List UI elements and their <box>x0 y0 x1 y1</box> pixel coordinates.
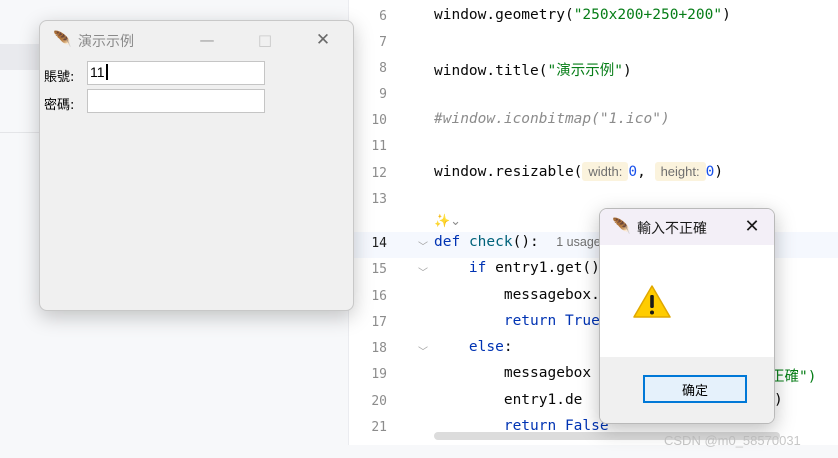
close-button[interactable]: ✕ <box>736 212 768 242</box>
minimize-button[interactable]: — <box>184 21 230 59</box>
account-input[interactable]: 11 <box>87 61 265 85</box>
line-number: 6 <box>379 9 387 24</box>
window-titlebar[interactable]: 🪶 演示示例 — □ ✕ <box>40 21 353 59</box>
usage-hint[interactable]: 1 usage <box>556 235 600 249</box>
warning-icon <box>633 285 671 318</box>
code-line[interactable]: return True <box>434 313 600 329</box>
line-number: 17 <box>371 315 387 330</box>
keyword: return True <box>503 313 600 329</box>
close-button[interactable]: ✕ <box>300 21 346 59</box>
ai-assistant-icon[interactable]: ✨⌄ <box>434 214 461 229</box>
line-number: 20 <box>371 394 387 409</box>
code-line[interactable]: window.resizable(width: 0, height: 0) <box>434 162 724 181</box>
code-line[interactable]: messagebox <box>434 365 591 381</box>
code-line[interactable]: def check(): 1 usage <box>434 234 601 250</box>
error-message-box[interactable]: 🪶 輸入不正確 ✕ 确定 <box>599 208 775 424</box>
text-caret <box>105 64 108 80</box>
code-line[interactable]: if entry1.get() <box>434 260 600 276</box>
line-number: 10 <box>371 113 387 128</box>
line-number: 9 <box>379 87 387 102</box>
line-number: 7 <box>379 35 387 50</box>
line-number: 15 <box>371 262 387 277</box>
code-line[interactable]: window.title("演示示例") <box>434 59 632 80</box>
line-number: 13 <box>371 192 387 207</box>
line-number: 21 <box>371 420 387 435</box>
param-hint-width: width: <box>582 162 629 181</box>
maximize-button[interactable]: □ <box>242 21 288 59</box>
number-literal: 0 <box>628 164 638 180</box>
password-input[interactable] <box>87 89 265 113</box>
function-name: check <box>468 234 513 250</box>
line-number: 11 <box>371 139 387 154</box>
fold-chevron-icon[interactable]: ﹀ <box>418 264 428 279</box>
string-literal: "演示示例" <box>547 63 623 79</box>
password-label: 密碼: <box>44 98 75 113</box>
window-title: 演示示例 <box>78 34 134 50</box>
code-line[interactable]: messagebox. <box>434 287 600 303</box>
feather-icon: 🪶 <box>53 30 72 48</box>
tk-main-window[interactable]: 🪶 演示示例 — □ ✕ 賬號: 11 密碼: <box>39 20 354 311</box>
code-token: window.geometry( <box>434 7 574 23</box>
code-token: , <box>637 164 655 180</box>
keyword: def <box>434 234 461 250</box>
code-line-fragment: ) <box>774 392 783 408</box>
line-number: 14 <box>371 236 387 251</box>
line-number: 16 <box>371 289 387 304</box>
code-token: entry1.get() <box>486 260 600 276</box>
account-label: 賬號: <box>44 70 75 85</box>
string-literal: "250x200+250+200" <box>573 7 723 23</box>
line-number: 12 <box>371 166 387 181</box>
watermark: CSDN @m0_58570031 <box>664 433 801 448</box>
keyword: if <box>468 260 487 276</box>
code-line[interactable]: entry1.de <box>434 392 583 408</box>
code-token: window.resizable( <box>434 164 583 180</box>
line-number: 18 <box>371 341 387 356</box>
code-token: ) <box>622 63 632 79</box>
feather-icon: 🪶 <box>612 217 631 235</box>
code-line-fragment: 正確") <box>770 369 817 385</box>
code-line[interactable]: else: <box>434 339 513 355</box>
dialog-title: 輸入不正確 <box>637 221 707 237</box>
code-token: window.title( <box>434 63 548 79</box>
code-token: : <box>503 339 513 355</box>
code-line-comment[interactable]: #window.iconbitmap("1.ico") <box>434 111 670 127</box>
code-token: ) <box>714 164 724 180</box>
line-number: 8 <box>379 61 387 76</box>
code-line[interactable]: window.geometry("250x200+250+200") <box>434 7 731 23</box>
keyword: else <box>468 339 504 355</box>
fold-chevron-icon[interactable]: ﹀ <box>418 238 428 253</box>
dialog-footer: 确定 <box>600 357 774 423</box>
line-number: 19 <box>371 367 387 382</box>
ok-button[interactable]: 确定 <box>643 375 747 403</box>
code-token: ) <box>722 7 731 23</box>
code-token: (): <box>512 234 557 250</box>
dialog-titlebar[interactable]: 🪶 輸入不正確 ✕ <box>600 209 774 245</box>
param-hint-height: height: <box>654 162 706 181</box>
fold-chevron-icon[interactable]: ﹀ <box>418 343 428 358</box>
